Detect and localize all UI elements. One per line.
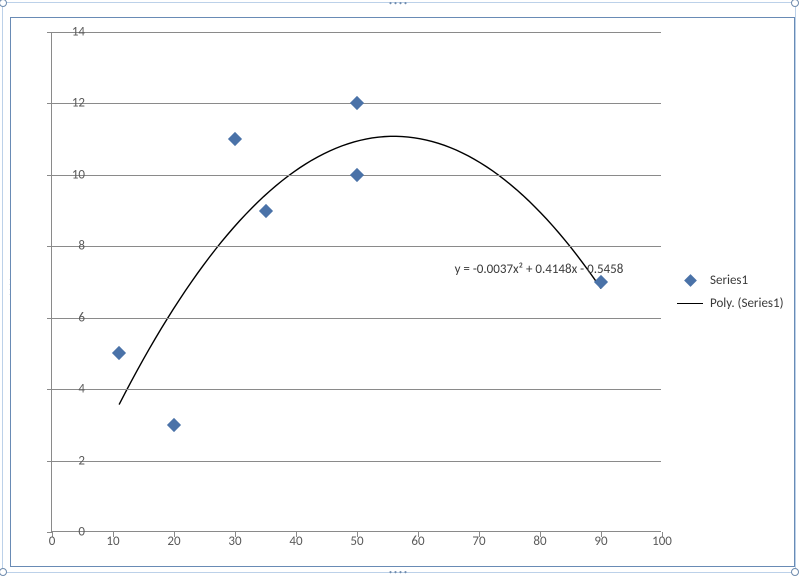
y-tick-mark xyxy=(47,389,52,390)
x-tick-label: 60 xyxy=(403,534,433,549)
x-tick-label: 20 xyxy=(159,534,189,549)
gridline xyxy=(52,246,661,247)
resize-handle-corner-icon[interactable] xyxy=(791,568,799,576)
y-tick-label: 4 xyxy=(57,382,85,397)
y-tick-mark xyxy=(47,32,52,33)
x-tick-label: 50 xyxy=(342,534,372,549)
chart-selection-frame[interactable]: •••• •••• •••• •••• y = -0.0037x² + 0.41… xyxy=(2,2,796,573)
gridline xyxy=(52,32,661,33)
trendline-equation-label[interactable]: y = -0.0037x² + 0.4148x - 0.5458 xyxy=(455,262,624,277)
y-tick-mark xyxy=(47,461,52,462)
resize-handle-bottom-icon[interactable]: •••• xyxy=(389,570,409,574)
resize-handle-corner-icon[interactable] xyxy=(791,0,799,7)
resize-handle-corner-icon[interactable] xyxy=(0,568,7,576)
y-tick-label: 8 xyxy=(57,239,85,254)
y-tick-mark xyxy=(47,175,52,176)
diamond-marker-icon xyxy=(676,274,704,288)
gridline xyxy=(52,318,661,319)
y-tick-label: 14 xyxy=(57,25,85,40)
legend-label: Series1 xyxy=(710,273,748,288)
gridline xyxy=(52,389,661,390)
x-tick-label: 40 xyxy=(281,534,311,549)
plot-area[interactable]: y = -0.0037x² + 0.4148x - 0.5458 0246810… xyxy=(51,32,661,532)
resize-handle-corner-icon[interactable] xyxy=(0,0,7,7)
x-tick-label: 90 xyxy=(586,534,616,549)
y-tick-mark xyxy=(47,318,52,319)
y-tick-label: 12 xyxy=(57,96,85,111)
x-tick-label: 80 xyxy=(525,534,555,549)
gridline xyxy=(52,461,661,462)
y-tick-label: 10 xyxy=(57,167,85,182)
legend-item-trendline[interactable]: Poly. (Series1) xyxy=(676,296,786,311)
x-tick-label: 70 xyxy=(464,534,494,549)
line-icon xyxy=(676,297,704,311)
x-tick-label: 30 xyxy=(220,534,250,549)
chart-area[interactable]: y = -0.0037x² + 0.4148x - 0.5458 0 2 4 6 8 10… xyxy=(10,17,795,567)
y-tick-label: 2 xyxy=(57,453,85,468)
resize-handle-top-icon[interactable]: •••• xyxy=(389,1,409,5)
y-tick-mark xyxy=(47,103,52,104)
x-tick-label: 100 xyxy=(647,534,677,549)
y-tick-mark xyxy=(47,246,52,247)
legend-label: Poly. (Series1) xyxy=(710,296,784,311)
x-tick-label: 10 xyxy=(98,534,128,549)
x-tick-label: 0 xyxy=(37,534,67,549)
legend[interactable]: Series1 Poly. (Series1) xyxy=(676,265,786,319)
legend-item-series[interactable]: Series1 xyxy=(676,273,786,288)
y-tick-label: 6 xyxy=(57,310,85,325)
